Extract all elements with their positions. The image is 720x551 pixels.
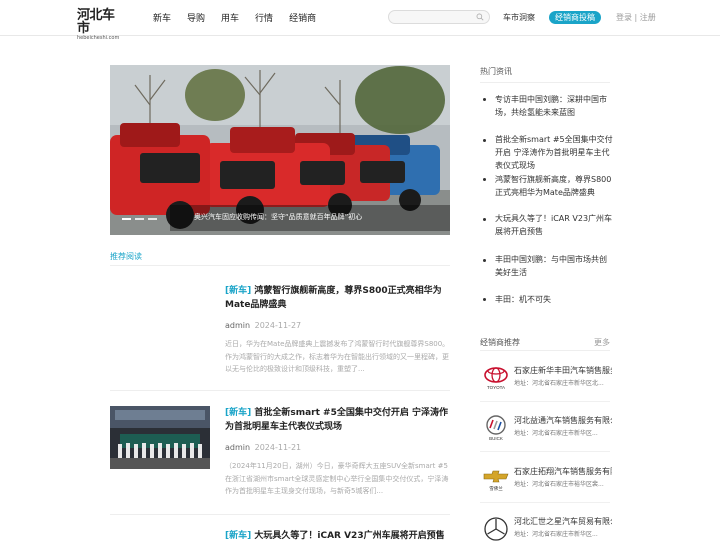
- dealer-item[interactable]: 河北汇世之星汽车贸易有限公司 地址：河北省石家庄市新华区...: [480, 513, 615, 551]
- hero-image: [110, 65, 450, 235]
- article-date: 2024-11-27: [254, 321, 302, 330]
- article-tag[interactable]: [新车]: [225, 286, 251, 296]
- bullet-icon: [483, 98, 486, 101]
- hot-news-item[interactable]: 大玩具久等了！iCAR V23广州车展将开启预售: [495, 212, 613, 238]
- dealer-divider: [480, 401, 610, 402]
- dealer-item[interactable]: 雪佛兰 石家庄拓翔汽车销售服务有限公司 地址：河北省石家庄市裕华区裴...: [480, 463, 615, 501]
- market-insight-link[interactable]: 车市洞察: [503, 12, 535, 23]
- register-link[interactable]: 注册: [640, 13, 656, 22]
- hot-news-divider: [480, 82, 610, 83]
- dealer-divider: [480, 502, 610, 503]
- toyota-logo-icon: TOYOTA: [484, 367, 508, 390]
- nav-item-dealer[interactable]: 经销商: [289, 11, 316, 24]
- nav-item-usage[interactable]: 用车: [221, 11, 239, 24]
- logo-text: 河北车市: [77, 8, 115, 36]
- dealer-recommend-title: 经销商推荐: [480, 338, 520, 347]
- main-nav: 新车 导购 用车 行情 经销商: [153, 11, 332, 24]
- hot-news-item[interactable]: 丰田：机不可失: [495, 293, 613, 306]
- search-icon[interactable]: [476, 13, 484, 21]
- mercedes-logo-icon: [484, 517, 508, 541]
- dealer-name[interactable]: 河北汇世之星汽车贸易有限公司: [514, 516, 612, 527]
- recommended-section-title: 推荐阅读: [110, 252, 142, 261]
- nav-item-market[interactable]: 行情: [255, 11, 273, 24]
- dealer-item[interactable]: BUICK 河北益通汽车销售服务有限公司 地址：河北省石家庄市新华区...: [480, 412, 615, 450]
- hot-news-item[interactable]: 鸿蒙智行旗舰新高度，尊界S800正式亮相华为Mate品牌盛典: [495, 173, 613, 199]
- carousel-dot-3[interactable]: [148, 218, 157, 220]
- search-box: [388, 10, 490, 31]
- article-meta: admin 2024-11-21: [225, 443, 450, 452]
- article-date: 2024-11-21: [254, 443, 302, 452]
- article-summary: （2024年11月20日，湖州）今日，豪华奇辉大五座SUV全新smart #5在…: [225, 462, 449, 495]
- article-author: admin: [225, 443, 251, 452]
- dealer-address: 地址：河北省石家庄市裕华区裴...: [514, 481, 604, 488]
- carousel-dot-1[interactable]: [122, 218, 131, 220]
- article-summary: 近日，华为在Mate品牌盛典上震撼发布了鸿蒙智行时代旗舰尊界S800。作为鸿蒙智…: [225, 340, 450, 373]
- chevrolet-logo-icon: 雪佛兰: [483, 470, 509, 492]
- article-title[interactable]: [新车] 鸿蒙智行旗舰新高度，尊界S800正式亮相华为Mate品牌盛典: [225, 284, 450, 312]
- dealer-more-link[interactable]: 更多: [594, 337, 610, 348]
- svg-text:TOYOTA: TOYOTA: [487, 385, 505, 390]
- logo-subtext: hebeicheshi.com: [77, 35, 120, 41]
- article-title-text[interactable]: 鸿蒙智行旗舰新高度，尊界S800正式亮相华为Mate品牌盛典: [225, 286, 442, 310]
- dealer-divider: [480, 451, 610, 452]
- dealer-address: 地址：河北省石家庄市新华区...: [514, 531, 598, 538]
- article-title[interactable]: [新车] 大玩具久等了！iCAR V23广州车展将开启预售: [225, 529, 450, 543]
- nav-item-guide[interactable]: 导购: [187, 11, 205, 24]
- dealer-name[interactable]: 石家庄拓翔汽车销售服务有限公司: [514, 466, 612, 477]
- dealer-address: 地址：河北省石家庄市新华区北...: [514, 380, 604, 387]
- article-thumbnail[interactable]: [110, 406, 210, 469]
- article-author: admin: [225, 321, 251, 330]
- svg-text:BUICK: BUICK: [489, 436, 503, 441]
- buick-logo-icon: BUICK: [486, 415, 506, 441]
- hot-news-title: 热门资讯: [480, 67, 512, 76]
- bullet-icon: [483, 139, 486, 142]
- nav-item-new-car[interactable]: 新车: [153, 11, 171, 24]
- article-title-text[interactable]: 首批全新smart #5全国集中交付开启 宁泽涛作为首批明星车主代表仪式现场: [225, 408, 448, 432]
- dealer-address: 地址：河北省石家庄市新华区...: [514, 430, 598, 437]
- bullet-icon: [483, 218, 486, 221]
- svg-text:雪佛兰: 雪佛兰: [489, 485, 503, 492]
- article-meta: admin 2024-11-27: [225, 321, 450, 330]
- section-divider: [110, 265, 450, 266]
- bullet-icon: [483, 178, 486, 181]
- auth-links: 登录 | 注册: [616, 13, 656, 22]
- hero-carousel[interactable]: 奥兴汽车固应收购传闻：坚守“品质意就百年品牌”初心: [110, 65, 450, 235]
- hot-news-item[interactable]: 丰田中国刘鹏：与中国市场共创美好生活: [495, 253, 613, 279]
- dealer-name[interactable]: 石家庄新华丰田汽车销售服务: [514, 365, 612, 376]
- carousel-dots: [122, 218, 161, 220]
- article-divider: [110, 514, 450, 515]
- login-link[interactable]: 登录: [616, 13, 632, 22]
- article-divider: [110, 390, 450, 391]
- dealer-divider: [480, 350, 610, 351]
- carousel-dot-2[interactable]: [135, 218, 144, 220]
- bullet-icon: [483, 259, 486, 262]
- site-header: 河北车市 hebeicheshi.com 新车 导购 用车 行情 经销商 车市洞…: [0, 0, 720, 41]
- hot-news-item[interactable]: 专访丰田中国刘鹏：深耕中国市场，共绘氢能未来蓝图: [495, 93, 613, 119]
- hot-news-item[interactable]: 首批全新smart #5全国集中交付开启 宁泽涛作为首批明星车主代表仪式现场: [495, 133, 613, 172]
- site-logo[interactable]: 河北车市 hebeicheshi.com: [77, 9, 125, 41]
- search-input[interactable]: [389, 18, 474, 31]
- dealer-name[interactable]: 河北益通汽车销售服务有限公司: [514, 415, 612, 426]
- bullet-icon: [483, 298, 486, 301]
- article-tag[interactable]: [新车]: [225, 408, 251, 418]
- carousel-caption[interactable]: 奥兴汽车固应收购传闻：坚守“品质意就百年品牌”初心: [194, 212, 362, 222]
- article-title[interactable]: [新车] 首批全新smart #5全国集中交付开启 宁泽涛作为首批明星车主代表仪…: [225, 406, 450, 434]
- dealer-item[interactable]: TOYOTA 石家庄新华丰田汽车销售服务 地址：河北省石家庄市新华区北...: [480, 362, 615, 400]
- dealer-submit-button[interactable]: 经销商投稿: [549, 11, 601, 24]
